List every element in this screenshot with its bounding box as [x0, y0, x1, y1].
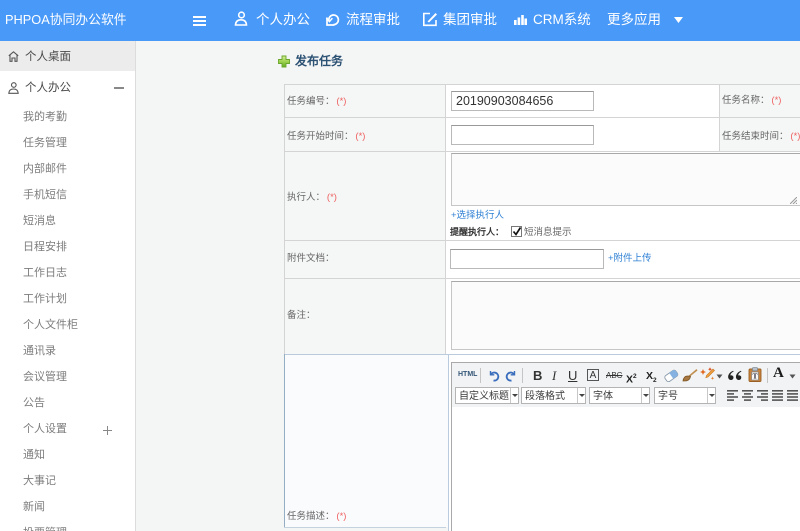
- svg-text:T: T: [752, 372, 757, 381]
